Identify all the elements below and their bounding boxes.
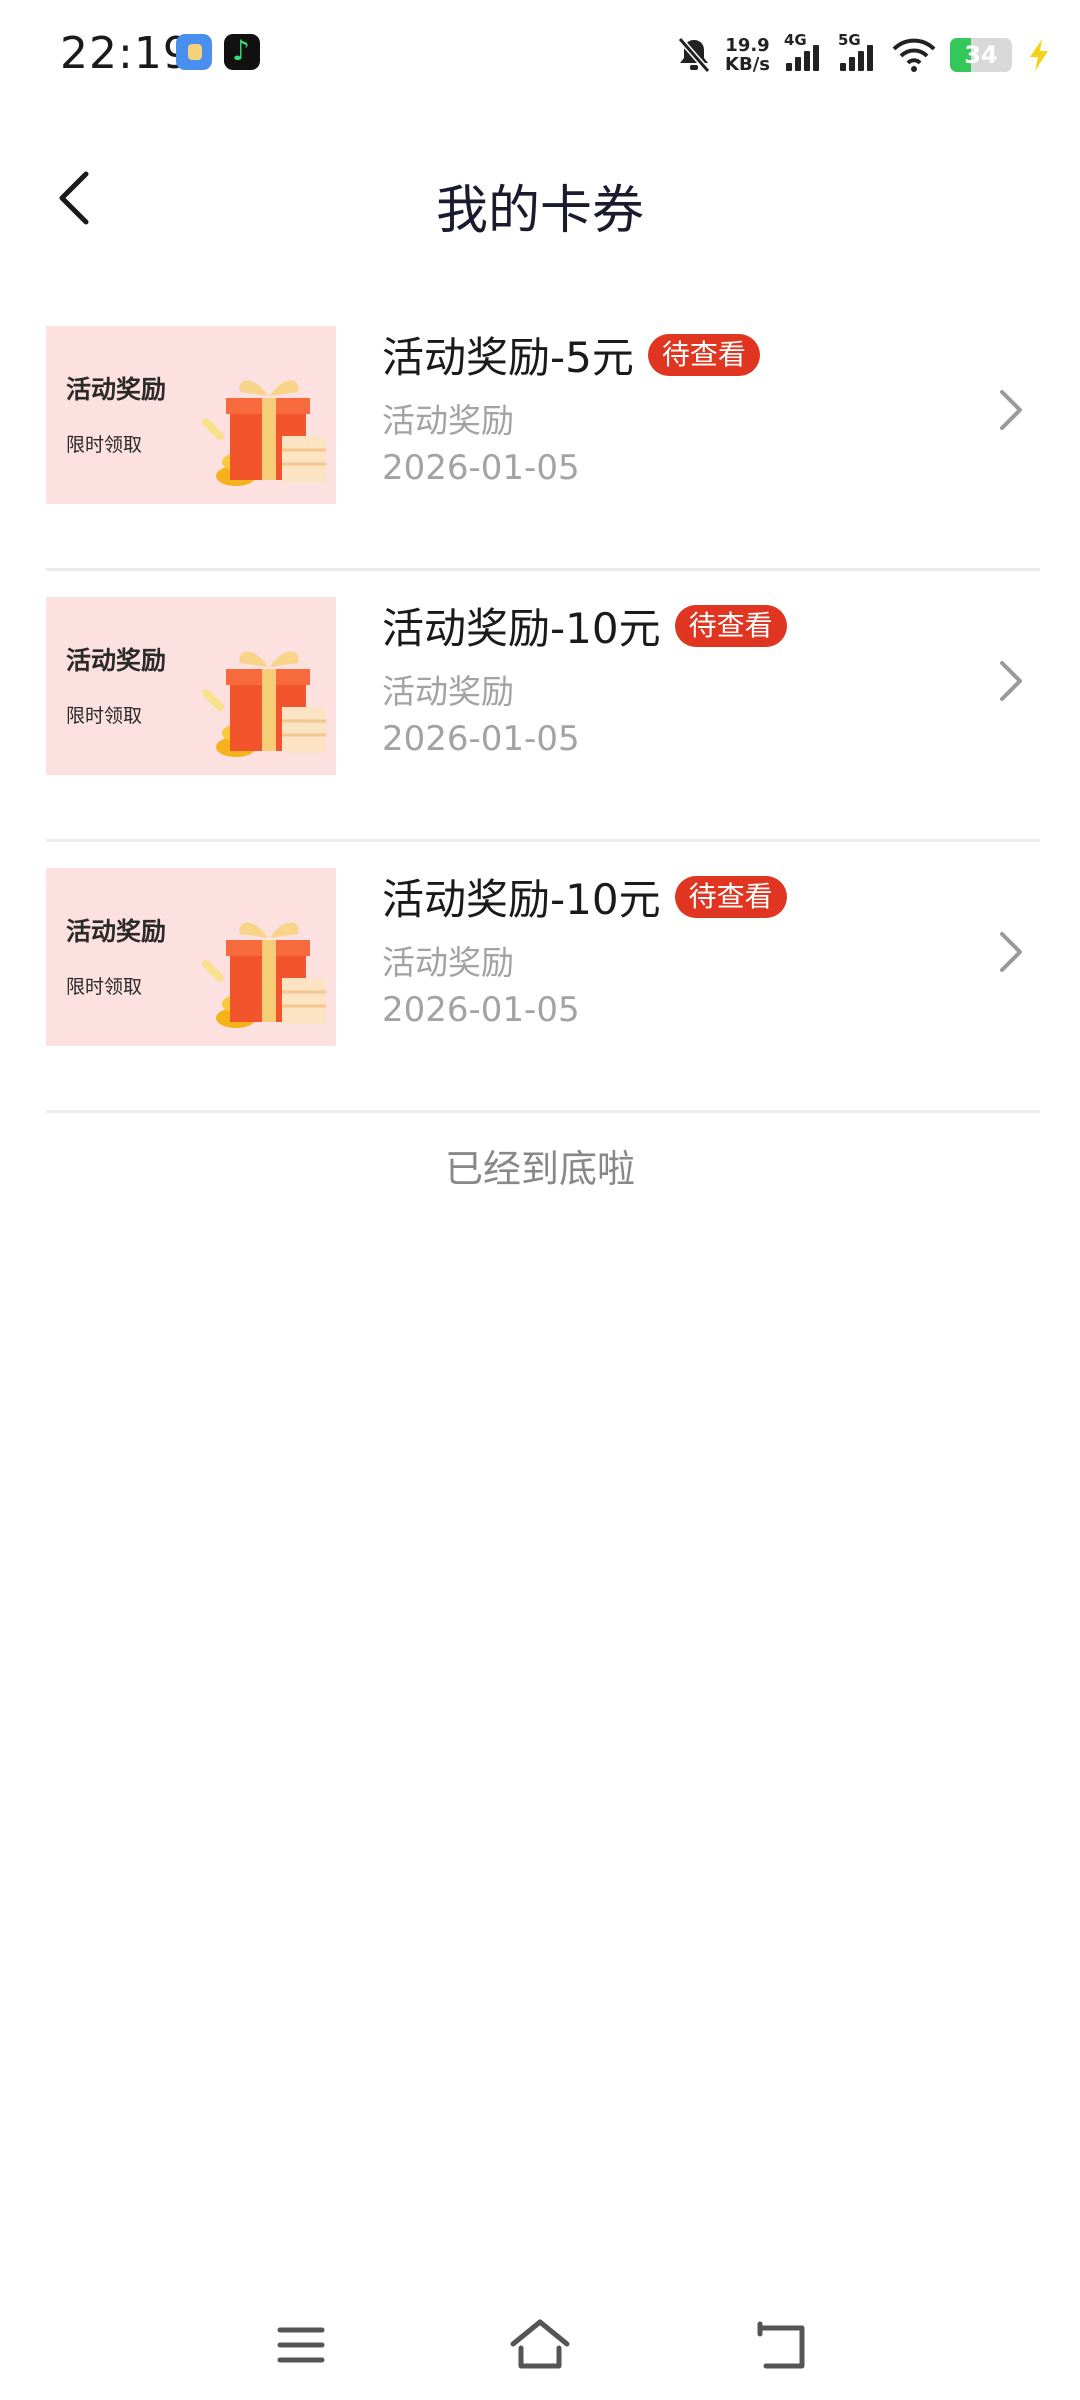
- coupon-subtitle: 活动奖励: [382, 672, 514, 711]
- signal-4g-label: 4G: [784, 31, 807, 49]
- coupon-item[interactable]: 活动奖励 限时领取 活动奖励-10元 待查看 活动奖励 2026-01-05: [46, 571, 1040, 842]
- coupon-title-row: 活动奖励-10元 待查看: [382, 866, 787, 927]
- charging-icon: [1030, 39, 1048, 71]
- gift-box-icon: [202, 922, 326, 1028]
- coupon-subtitle: 活动奖励: [382, 401, 514, 440]
- battery-icon: 34: [950, 38, 1012, 72]
- chevron-right-icon: [1000, 932, 1022, 972]
- thumbnail-subtitle: 限时领取: [66, 705, 143, 727]
- network-speed: 19.9 KB/s: [725, 36, 770, 74]
- status-badge: 待查看: [674, 604, 787, 647]
- notification-muted-icon: [677, 37, 711, 73]
- coupon-date: 2026-01-05: [382, 719, 580, 759]
- coupon-item[interactable]: 活动奖励 限时领取 活动奖励-10元 待查看 活动奖励 2026-01-05: [46, 842, 1040, 1113]
- coupon-thumbnail: 活动奖励 限时领取: [46, 868, 336, 1046]
- thumbnail-title: 活动奖励: [66, 375, 167, 404]
- home-icon[interactable]: [505, 2310, 575, 2380]
- coupon-date: 2026-01-05: [382, 990, 580, 1030]
- coupon-thumbnail: 活动奖励 限时领取: [46, 597, 336, 775]
- status-badge: 待查看: [674, 875, 787, 918]
- signal-5g-label: 5G: [838, 31, 861, 49]
- gift-box-icon: [202, 380, 326, 486]
- back-icon[interactable]: [746, 2310, 816, 2380]
- coupon-title-row: 活动奖励-5元 待查看: [382, 324, 760, 385]
- signal-5g-icon: 5G: [838, 31, 878, 75]
- coupon-list: 活动奖励 限时领取 活动奖励-5元 待查看 活动奖励 2026-01-05 活动…: [46, 300, 1040, 1113]
- list-end-text: 已经到底啦: [444, 1147, 635, 1191]
- signal-4g-icon: 4G: [784, 31, 824, 75]
- coupon-title: 活动奖励-5元: [382, 333, 634, 382]
- page-title: 我的卡券: [435, 181, 644, 241]
- chevron-right-icon: [1000, 390, 1022, 430]
- menu-icon[interactable]: [266, 2310, 336, 2380]
- gift-box-icon: [202, 651, 326, 757]
- coupon-item[interactable]: 活动奖励 限时领取 活动奖励-5元 待查看 活动奖励 2026-01-05: [46, 300, 1040, 571]
- coupon-date: 2026-01-05: [382, 448, 580, 488]
- status-bar: 22:19 19.9 KB/s 4G 5G 34: [0, 0, 1080, 110]
- thumbnail-title: 活动奖励: [66, 646, 167, 675]
- status-time: 22:19: [60, 28, 192, 79]
- chevron-right-icon: [1000, 661, 1022, 701]
- app-notification-icon: [176, 34, 212, 70]
- network-speed-unit: KB/s: [725, 54, 770, 75]
- status-badge: 待查看: [647, 333, 760, 376]
- coupon-subtitle: 活动奖励: [382, 943, 514, 982]
- wifi-icon: [892, 38, 936, 72]
- battery-level: 34: [964, 41, 998, 69]
- network-speed-value: 19.9: [725, 35, 770, 56]
- thumbnail-subtitle: 限时领取: [66, 976, 143, 998]
- music-app-icon: [224, 34, 260, 70]
- coupon-thumbnail: 活动奖励 限时领取: [46, 326, 336, 504]
- coupon-title: 活动奖励-10元: [382, 604, 661, 653]
- coupon-title-row: 活动奖励-10元 待查看: [382, 595, 787, 656]
- thumbnail-subtitle: 限时领取: [66, 434, 143, 456]
- status-indicators: 19.9 KB/s 4G 5G 34: [677, 30, 1052, 80]
- system-nav-bar: [0, 2300, 1080, 2400]
- header: 我的卡券: [0, 150, 1080, 250]
- thumbnail-title: 活动奖励: [66, 917, 167, 946]
- coupon-title: 活动奖励-10元: [382, 875, 661, 924]
